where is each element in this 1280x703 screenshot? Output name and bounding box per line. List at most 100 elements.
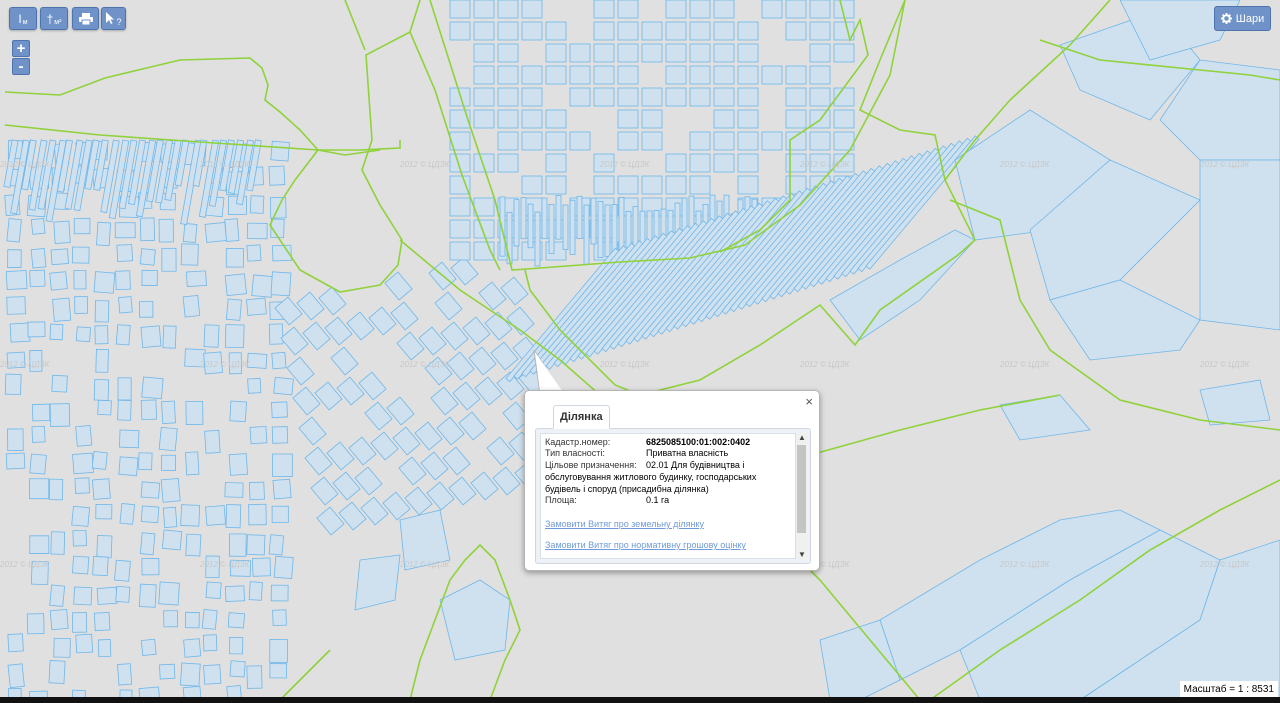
land-parcel <box>140 505 160 524</box>
land-parcel <box>665 65 687 85</box>
land-parcel <box>617 65 639 85</box>
purpose-row: Цільове призначення: 02.01 Для будівницт… <box>545 459 793 471</box>
land-parcel <box>180 504 201 527</box>
land-parcel <box>53 220 71 244</box>
land-parcel <box>269 639 288 663</box>
land-parcel <box>161 400 176 424</box>
watermark-text: 2012 © ЦДЗК <box>399 360 450 369</box>
scale-indicator: Масштаб = 1 : 8531 <box>1179 681 1278 697</box>
land-parcel <box>160 477 181 503</box>
watermark-text: 2012 © ЦДЗК <box>199 560 250 569</box>
layers-button[interactable]: Шари <box>1214 6 1271 31</box>
cursor-question-icon <box>106 12 115 24</box>
land-parcel <box>641 175 663 195</box>
land-parcel <box>224 585 245 602</box>
land-parcel <box>183 638 202 658</box>
land-parcel <box>449 197 471 217</box>
land-parcel <box>49 403 71 427</box>
land-parcel <box>182 294 201 318</box>
land-parcel <box>617 109 639 129</box>
land-parcel <box>737 87 759 107</box>
watermark-text: 2012 © ЦДЗК <box>399 560 450 569</box>
land-parcel <box>247 377 262 394</box>
land-parcel <box>224 273 247 297</box>
watermark-text: 2012 © ЦДЗК <box>999 560 1050 569</box>
land-parcel <box>737 175 759 195</box>
land-parcel <box>590 197 597 245</box>
cadastral-map[interactable]: 2012 © ЦДЗК 2012 © ЦДЗК 2012 © ЦДЗК 2012 © … <box>0 0 1280 703</box>
land-parcel <box>545 175 567 195</box>
land-parcel <box>713 43 735 63</box>
parcel-info-popup: × Ділянка Кадастр.номер: 6825085100:01:0… <box>524 390 820 571</box>
land-parcel <box>271 505 289 524</box>
zoom-in-button[interactable]: + <box>12 40 30 57</box>
land-parcel <box>73 217 91 235</box>
land-parcel <box>71 612 88 633</box>
land-parcel <box>713 65 735 85</box>
land-parcel <box>761 131 783 151</box>
scroll-down-icon[interactable]: ▼ <box>797 550 807 559</box>
identify-button[interactable]: ? <box>101 7 126 30</box>
land-parcel <box>545 109 567 129</box>
zoom-out-button[interactable]: - <box>12 58 30 75</box>
close-icon[interactable]: × <box>805 394 813 409</box>
watermark-text: 2012 © ЦДЗК <box>799 160 850 169</box>
land-parcel <box>53 637 71 658</box>
scroll-thumb[interactable] <box>797 445 806 533</box>
order-land-extract-link[interactable]: Замовити Витяг про земельну ділянку <box>545 519 793 529</box>
land-parcel <box>96 586 118 605</box>
land-parcel <box>114 222 136 239</box>
print-button[interactable] <box>72 7 99 30</box>
land-parcel <box>224 324 245 349</box>
land-parcel <box>139 217 156 242</box>
land-parcel <box>785 109 807 129</box>
land-parcel <box>115 270 131 291</box>
land-parcel <box>94 300 110 323</box>
land-parcel <box>246 352 268 369</box>
land-parcel <box>506 211 513 265</box>
land-parcel <box>97 399 112 416</box>
tab-parcel[interactable]: Ділянка <box>553 405 610 429</box>
land-parcel <box>49 271 68 291</box>
scroll-up-icon[interactable]: ▲ <box>797 433 807 442</box>
land-parcel <box>689 153 711 173</box>
land-parcel <box>761 65 783 85</box>
land-parcel <box>689 87 711 107</box>
popup-scrollbar[interactable]: ▲ ▼ <box>795 433 807 559</box>
land-parcel <box>521 21 543 41</box>
land-parcel <box>73 586 93 606</box>
land-parcel <box>158 218 174 243</box>
land-parcel <box>203 324 220 348</box>
land-parcel <box>249 195 265 214</box>
land-parcel <box>74 477 90 494</box>
land-parcel <box>117 377 132 401</box>
area-ruler-icon: † <box>46 11 54 26</box>
land-parcel <box>665 175 687 195</box>
land-parcel <box>833 109 855 129</box>
land-parcel <box>641 21 663 41</box>
land-parcel <box>521 175 543 195</box>
measure-length-button[interactable]: Iм <box>9 7 37 30</box>
area-value: 0.1 га <box>646 495 670 505</box>
land-parcel <box>9 322 31 343</box>
land-parcel <box>785 21 807 41</box>
land-parcel <box>96 535 113 559</box>
land-parcel <box>72 452 94 475</box>
land-parcel <box>119 429 140 449</box>
land-parcel <box>51 374 68 393</box>
land-parcel <box>541 197 548 240</box>
measure-area-button[interactable]: † м² <box>40 7 68 30</box>
order-valuation-extract-link[interactable]: Замовити Витяг про нормативну грошову оц… <box>545 540 793 550</box>
land-parcel <box>593 65 615 85</box>
land-parcel <box>252 557 272 577</box>
land-parcel <box>737 109 759 129</box>
land-parcel <box>179 662 201 687</box>
land-parcel <box>713 131 735 151</box>
ruler-icon: I <box>18 11 22 26</box>
land-parcel <box>225 504 242 529</box>
land-parcel <box>248 581 263 601</box>
land-parcel <box>527 203 534 249</box>
land-parcel <box>93 271 116 294</box>
land-parcel <box>737 131 759 151</box>
land-parcel <box>94 325 109 345</box>
